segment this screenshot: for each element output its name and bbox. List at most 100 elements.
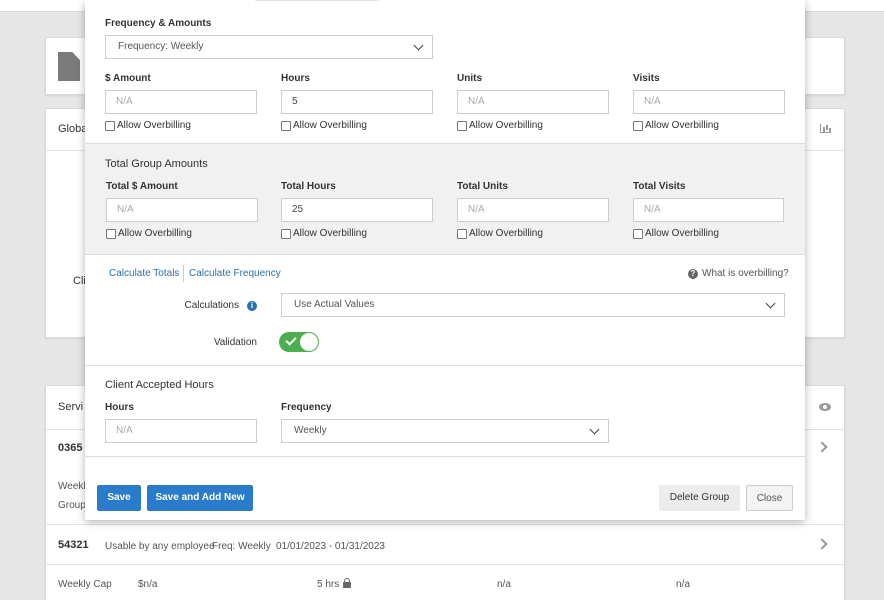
total-amount-overbilling[interactable]: Allow Overbilling xyxy=(106,228,192,239)
global-card-title: Globa xyxy=(58,123,88,135)
link-divider xyxy=(183,265,184,282)
hours-overbilling-checkbox[interactable] xyxy=(281,120,291,131)
checkbox-label: Allow Overbilling xyxy=(293,120,367,131)
checkbox-label: Allow Overbilling xyxy=(645,120,719,131)
validation-label: Validation xyxy=(213,337,257,348)
total-visits-overbilling[interactable]: Allow Overbilling xyxy=(633,228,719,239)
edit-group-modal: Frequency & Amounts Frequency: Weekly $ … xyxy=(85,0,805,520)
units-overbilling-checkbox[interactable] xyxy=(457,120,467,131)
service-row-freq: Freq: Weekly xyxy=(212,541,271,552)
checkbox-label: Allow Overbilling xyxy=(293,228,367,239)
checkbox-label: Allow Overbilling xyxy=(645,228,719,239)
weekly-cap-hours: 5 hrs xyxy=(317,578,352,590)
hours-overbilling[interactable]: Allow Overbilling xyxy=(281,120,367,131)
client-accepted-title: Client Accepted Hours xyxy=(105,379,214,391)
validation-toggle[interactable] xyxy=(279,332,319,352)
calculate-frequency-link[interactable]: Calculate Frequency xyxy=(189,268,281,279)
service-row-dates: 01/01/2023 - 01/31/2023 xyxy=(276,541,385,552)
chevron-down-icon xyxy=(413,40,424,51)
service-row-id[interactable]: 54321 xyxy=(58,539,89,551)
calculations-select[interactable]: Use Actual Values xyxy=(281,293,785,317)
client-hours-input[interactable]: N/A xyxy=(105,419,257,443)
hours-label: Hours xyxy=(281,73,310,84)
visits-label: Visits xyxy=(633,73,660,84)
overbilling-help-text: What is overbilling? xyxy=(702,268,789,279)
info-icon[interactable]: i xyxy=(247,301,257,311)
footer-divider xyxy=(85,456,805,457)
modal-tab-indicator xyxy=(255,0,379,1)
save-and-add-new-button[interactable]: Save and Add New xyxy=(147,485,253,511)
weekly-cap-label: Weekly Cap xyxy=(58,579,112,590)
total-amount-overbilling-checkbox[interactable] xyxy=(106,228,116,239)
total-hours-input[interactable]: 25 xyxy=(281,198,433,222)
amount-overbilling[interactable]: Allow Overbilling xyxy=(105,120,191,131)
total-hours-label: Total Hours xyxy=(281,181,336,192)
section-divider xyxy=(85,365,805,366)
global-card-side-text: Cli xyxy=(73,275,86,287)
total-units-input[interactable]: N/A xyxy=(457,198,609,222)
row-divider xyxy=(46,524,844,525)
checkbox-label: Allow Overbilling xyxy=(469,120,543,131)
document-icon xyxy=(58,52,80,81)
calculate-totals-link[interactable]: Calculate Totals xyxy=(109,268,179,279)
save-button[interactable]: Save xyxy=(97,485,141,511)
chevron-down-icon xyxy=(765,298,776,309)
client-frequency-select[interactable]: Weekly xyxy=(281,419,609,443)
checkbox-label: Allow Overbilling xyxy=(469,228,543,239)
eye-icon[interactable] xyxy=(819,403,831,411)
units-overbilling[interactable]: Allow Overbilling xyxy=(457,120,543,131)
total-visits-label: Total Visits xyxy=(633,181,686,192)
calculations-select-value: Use Actual Values xyxy=(294,299,375,310)
visits-overbilling-checkbox[interactable] xyxy=(633,120,643,131)
client-hours-label: Hours xyxy=(105,402,134,413)
weekly-cap-hours-text: 5 hrs xyxy=(317,579,340,590)
client-frequency-value: Weekly xyxy=(294,425,327,436)
delete-group-button[interactable]: Delete Group xyxy=(659,485,740,511)
weekly-cap-units: n/a xyxy=(497,579,511,590)
frequency-select[interactable]: Frequency: Weekly xyxy=(105,35,433,59)
amount-label: $ Amount xyxy=(105,73,151,84)
chevron-right-icon[interactable] xyxy=(816,538,828,550)
visits-input[interactable]: N/A xyxy=(633,90,785,114)
close-button[interactable]: Close xyxy=(746,485,793,511)
client-frequency-label: Frequency xyxy=(281,402,332,413)
checkbox-label: Allow Overbilling xyxy=(117,120,191,131)
chevron-right-icon[interactable] xyxy=(816,441,828,453)
service-row-line: Weekl xyxy=(58,481,86,492)
units-label: Units xyxy=(457,73,482,84)
amount-overbilling-checkbox[interactable] xyxy=(105,120,115,131)
service-row-line: Group xyxy=(58,500,86,511)
hours-input[interactable]: 5 xyxy=(281,90,433,114)
units-input[interactable]: N/A xyxy=(457,90,609,114)
calculations-label: Calculations xyxy=(184,300,239,311)
bar-chart-icon[interactable] xyxy=(820,124,831,133)
weekly-cap-visits: n/a xyxy=(676,579,690,590)
checkbox-label: Allow Overbilling xyxy=(118,228,192,239)
visits-overbilling[interactable]: Allow Overbilling xyxy=(633,120,719,131)
question-circle-icon: ? xyxy=(688,268,698,279)
row-divider xyxy=(46,564,844,565)
toggle-knob xyxy=(300,333,318,351)
services-card-title: Servi xyxy=(58,401,84,413)
total-group-title: Total Group Amounts xyxy=(105,158,208,170)
total-group-section: Total Group Amounts Total $ Amount N/A A… xyxy=(85,143,805,255)
overbilling-help-link[interactable]: ? What is overbilling? xyxy=(688,268,789,279)
total-hours-overbilling[interactable]: Allow Overbilling xyxy=(281,228,367,239)
total-amount-input[interactable]: N/A xyxy=(106,198,258,222)
chevron-down-icon xyxy=(589,424,600,435)
check-icon xyxy=(285,334,297,346)
total-amount-label: Total $ Amount xyxy=(106,181,178,192)
frequency-amounts-title: Frequency & Amounts xyxy=(105,18,212,29)
total-visits-input[interactable]: N/A xyxy=(633,198,784,222)
lock-icon xyxy=(343,578,352,588)
amount-input[interactable]: N/A xyxy=(105,90,257,114)
total-units-label: Total Units xyxy=(457,181,508,192)
total-visits-overbilling-checkbox[interactable] xyxy=(633,228,643,239)
frequency-select-value: Frequency: Weekly xyxy=(118,41,204,52)
service-row-id[interactable]: 0365 xyxy=(58,442,82,454)
service-row-usable: Usable by any employee xyxy=(105,541,215,552)
total-hours-overbilling-checkbox[interactable] xyxy=(281,228,291,239)
calculations-label-group: Calculations i xyxy=(145,300,257,311)
total-units-overbilling-checkbox[interactable] xyxy=(457,228,467,239)
total-units-overbilling[interactable]: Allow Overbilling xyxy=(457,228,543,239)
